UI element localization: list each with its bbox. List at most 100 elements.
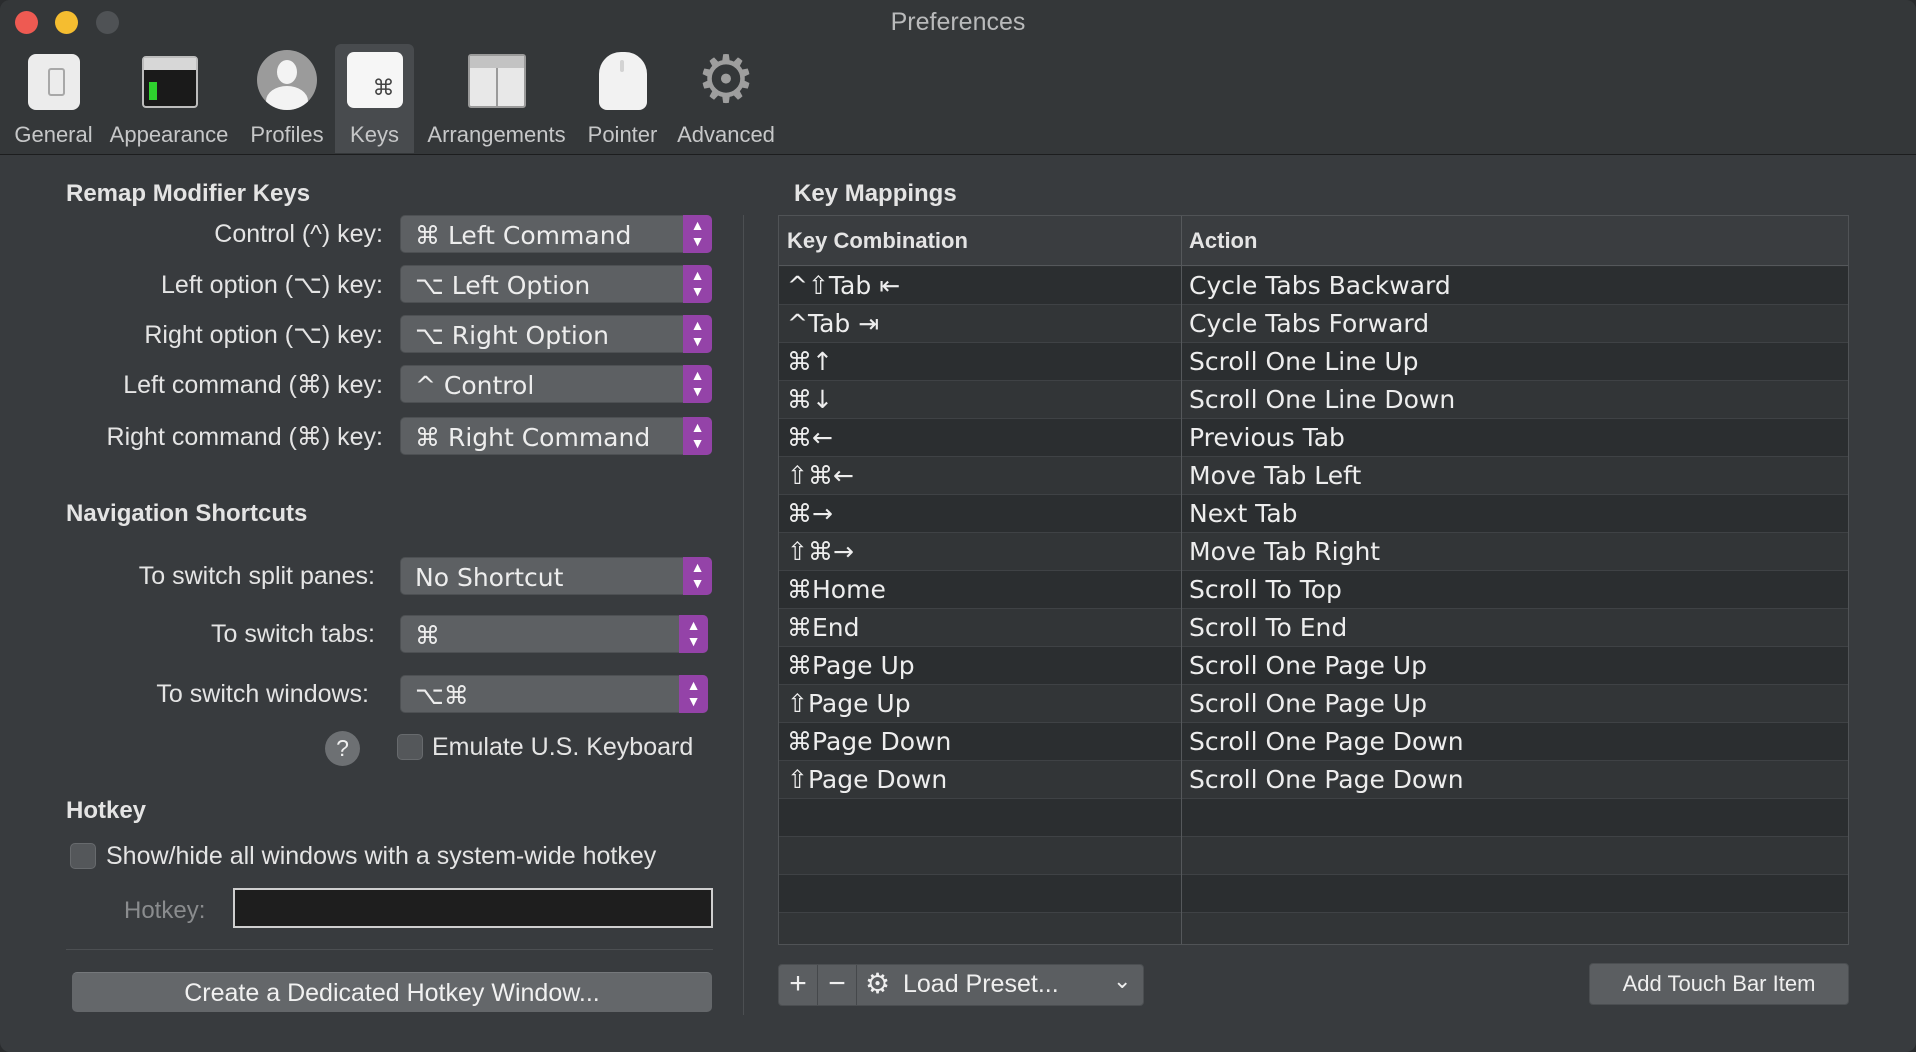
table-row[interactable]: ⇧Page Up Scroll One Page Up	[779, 685, 1848, 723]
table-row[interactable]: ^Tab ⇥ Cycle Tabs Forward	[779, 305, 1848, 343]
help-button[interactable]: ?	[325, 731, 360, 766]
table-row[interactable]: ⌘↑ Scroll One Line Up	[779, 343, 1848, 381]
switch-tabs-popup[interactable]: ⌘ ▲ ▼	[400, 615, 708, 653]
key-combination-cell: ⌘→	[787, 499, 833, 528]
emulate-us-keyboard-checkbox[interactable]	[397, 734, 423, 760]
popup-stepper-icon: ▲ ▼	[683, 315, 712, 353]
column-header-action[interactable]: Action	[1189, 228, 1257, 254]
appearance-icon	[138, 50, 200, 112]
table-row[interactable]: ⇧⌘→ Move Tab Right	[779, 533, 1848, 571]
right-option-key-popup[interactable]: ⌥ Right Option ▲ ▼	[400, 315, 712, 353]
key-combination-cell: ⌘↑	[787, 347, 833, 376]
left-command-key-popup[interactable]: ^ Control ▲ ▼	[400, 365, 712, 403]
arrangements-icon	[466, 50, 528, 112]
control-key-value: ⌘ Left Command	[415, 221, 632, 250]
preferences-window: Preferences General Appearance Profiles …	[0, 0, 1916, 1052]
table-row[interactable]: ⌘Page Down Scroll One Page Down	[779, 723, 1848, 761]
add-mapping-button[interactable]: +	[779, 965, 817, 1005]
add-touch-bar-item-button[interactable]: Add Touch Bar Item	[1589, 963, 1849, 1005]
action-cell: Move Tab Left	[1189, 461, 1362, 490]
popup-stepper-icon: ▲ ▼	[679, 675, 708, 713]
key-combination-cell: ^Tab ⇥	[787, 309, 880, 338]
column-header-key-combination[interactable]: Key Combination	[787, 228, 968, 254]
table-row[interactable]: ⌘End Scroll To End	[779, 609, 1848, 647]
column-divider	[1181, 216, 1182, 944]
action-cell: Scroll One Line Down	[1189, 385, 1456, 414]
table-row[interactable]: ⌘↓ Scroll One Line Down	[779, 381, 1848, 419]
show-hide-hotkey-checkbox[interactable]	[70, 843, 96, 869]
action-cell: Previous Tab	[1189, 423, 1345, 452]
window-title: Preferences	[890, 8, 1026, 36]
action-cell: Move Tab Right	[1189, 537, 1381, 566]
right-command-key-label: Right command (⌘) key:	[106, 423, 383, 451]
table-header: Key Combination Action	[779, 216, 1848, 266]
tab-general-label: General	[14, 122, 93, 147]
pointer-icon	[592, 50, 654, 112]
tab-general[interactable]: General	[8, 44, 99, 153]
tab-advanced[interactable]: ⚙ Advanced	[666, 44, 786, 153]
left-command-key-label: Left command (⌘) key:	[123, 371, 383, 399]
navigation-section-title: Navigation Shortcuts	[66, 500, 308, 527]
key-combination-cell: ⇧⌘←	[787, 461, 854, 490]
key-combination-cell: ⌘End	[787, 613, 860, 642]
table-row[interactable]: ⇧⌘← Move Tab Left	[779, 457, 1848, 495]
tab-arrangements[interactable]: Arrangements	[414, 44, 579, 153]
emulate-us-keyboard-label: Emulate U.S. Keyboard	[432, 733, 694, 761]
remap-section-title: Remap Modifier Keys	[66, 180, 311, 207]
left-command-key-value: ^ Control	[415, 371, 535, 400]
key-combination-cell: ⌘←	[787, 423, 833, 452]
gear-icon: ⚙	[865, 967, 891, 1000]
action-cell: Scroll To End	[1189, 613, 1348, 642]
table-row[interactable]	[779, 837, 1848, 875]
tab-advanced-label: Advanced	[677, 122, 775, 147]
action-cell: Scroll To Top	[1189, 575, 1342, 604]
right-command-key-popup[interactable]: ⌘ Right Command ▲ ▼	[400, 417, 712, 455]
key-combination-cell: ⇧⌘→	[787, 537, 854, 566]
mapping-controls: + − ⚙ Load Preset... ⌄	[778, 964, 1144, 1006]
hotkey-input[interactable]	[233, 888, 713, 928]
panel-divider	[743, 215, 744, 1015]
table-row[interactable]	[779, 799, 1848, 837]
chevron-down-icon: ⌄	[1113, 969, 1132, 994]
key-combination-cell: ⌘Page Up	[787, 651, 915, 680]
tab-appearance[interactable]: Appearance	[99, 44, 239, 153]
action-cell: Scroll One Line Up	[1189, 347, 1419, 376]
table-row[interactable]: ⌘← Previous Tab	[779, 419, 1848, 457]
tab-pointer-label: Pointer	[587, 122, 658, 147]
preferences-toolbar: General Appearance Profiles ⌘ Keys Arran…	[8, 44, 786, 154]
key-mappings-table[interactable]: Key Combination Action ^⇧Tab ⇤ Cycle Tabs…	[778, 215, 1849, 945]
tab-arrangements-label: Arrangements	[427, 122, 566, 147]
tab-pointer[interactable]: Pointer	[579, 44, 666, 153]
load-preset-menu[interactable]: ⚙ Load Preset... ⌄	[857, 965, 1143, 1005]
right-option-key-label: Right option (⌥) key:	[144, 321, 383, 349]
table-row[interactable]: ⌘→ Next Tab	[779, 495, 1848, 533]
profiles-icon	[256, 50, 318, 112]
action-cell: Next Tab	[1189, 499, 1298, 528]
table-row[interactable]: ⌘Page Up Scroll One Page Up	[779, 647, 1848, 685]
tab-profiles[interactable]: Profiles	[239, 44, 335, 153]
table-row[interactable]: ⌘Home Scroll To Top	[779, 571, 1848, 609]
left-option-key-popup[interactable]: ⌥ Left Option ▲ ▼	[400, 265, 712, 303]
action-cell: Scroll One Page Up	[1189, 651, 1427, 680]
action-cell: Cycle Tabs Forward	[1189, 309, 1430, 338]
tab-keys[interactable]: ⌘ Keys	[335, 44, 414, 153]
switch-tabs-value: ⌘	[415, 621, 440, 650]
create-hotkey-window-button[interactable]: Create a Dedicated Hotkey Window...	[72, 972, 712, 1012]
split-panes-label: To switch split panes:	[138, 562, 375, 590]
remove-mapping-button[interactable]: −	[818, 965, 856, 1005]
switch-windows-popup[interactable]: ⌥⌘ ▲ ▼	[400, 675, 708, 713]
table-row[interactable]	[779, 913, 1848, 944]
control-key-popup[interactable]: ⌘ Left Command ▲ ▼	[400, 215, 712, 253]
table-row[interactable]: ^⇧Tab ⇤ Cycle Tabs Backward	[779, 267, 1848, 305]
split-panes-popup[interactable]: No Shortcut ▲ ▼	[400, 557, 712, 595]
table-row[interactable]: ⇧Page Down Scroll One Page Down	[779, 761, 1848, 799]
table-row[interactable]	[779, 875, 1848, 913]
advanced-icon: ⚙	[696, 41, 756, 118]
action-cell: Scroll One Page Down	[1189, 765, 1464, 794]
key-mappings-title: Key Mappings	[794, 180, 957, 207]
popup-stepper-icon: ▲ ▼	[683, 215, 712, 253]
left-option-key-label: Left option (⌥) key:	[161, 271, 383, 299]
action-cell: Scroll One Page Down	[1189, 727, 1464, 756]
popup-stepper-icon: ▲ ▼	[679, 615, 708, 653]
popup-stepper-icon: ▲ ▼	[683, 557, 712, 595]
